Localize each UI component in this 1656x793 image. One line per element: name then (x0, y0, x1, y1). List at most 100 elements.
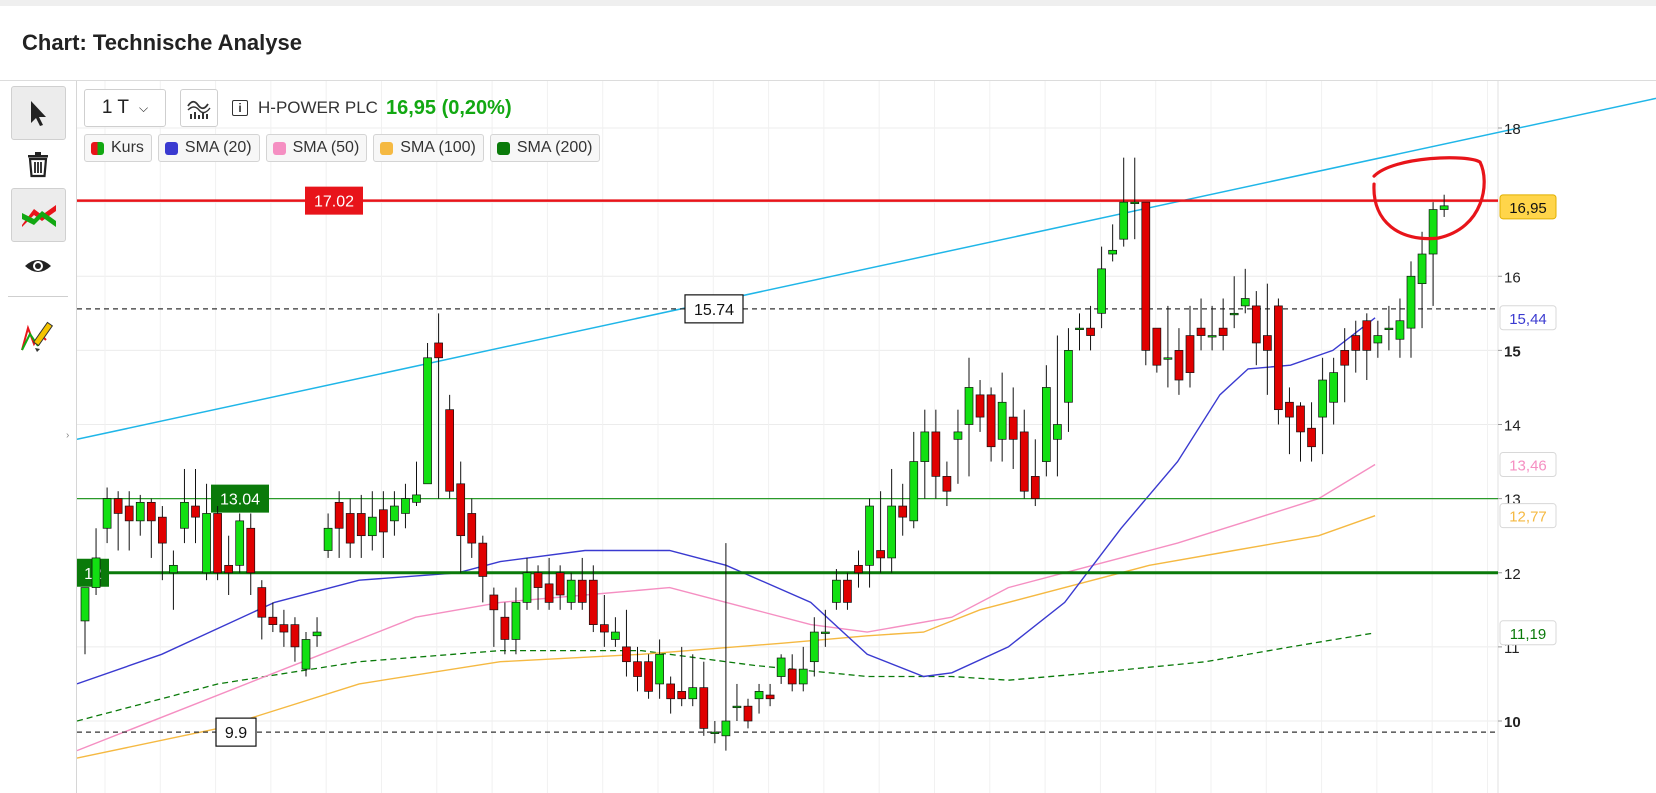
candle-body (500, 616, 510, 640)
candle-body (876, 550, 885, 559)
cursor-icon (30, 101, 46, 126)
candle (920, 409, 930, 499)
candle-body (113, 498, 123, 514)
candle-body (478, 542, 488, 577)
legend-item-sma200[interactable]: SMA (200) (489, 134, 601, 162)
candle-body (489, 594, 499, 611)
candle-body (412, 494, 421, 503)
toolbar-divider (8, 296, 68, 297)
candle (1428, 202, 1438, 306)
candle-body (577, 579, 587, 603)
legend-item-sma20[interactable]: SMA (20) (157, 134, 260, 162)
toolbar-more-chevron-icon[interactable]: › (66, 430, 69, 441)
candle-body (765, 694, 775, 700)
chart-area[interactable]: 17.0215.7413.04129.9181615141312111016,9… (77, 81, 1656, 793)
candle (1185, 305, 1195, 388)
candle-body (401, 498, 410, 514)
trash-icon (27, 152, 48, 178)
candle (1439, 194, 1449, 217)
candle-body (975, 394, 985, 418)
chart-type-tool[interactable] (11, 188, 66, 242)
ma-tag-3: 11,19 (1499, 620, 1557, 646)
sma100-swatch (380, 141, 394, 155)
candle-body (1152, 327, 1162, 366)
candle-body (146, 501, 156, 522)
candle (644, 654, 653, 699)
candle (434, 313, 443, 499)
candle (931, 409, 941, 499)
candle-body (180, 501, 189, 529)
indicator-button[interactable] (180, 89, 218, 127)
candle (688, 654, 698, 707)
candle-body (102, 498, 112, 529)
candle-body (599, 624, 609, 633)
candle-body (1417, 253, 1427, 285)
candle (1152, 327, 1162, 373)
drawing-tool[interactable] (11, 311, 64, 363)
candle (964, 357, 974, 477)
candle (588, 565, 598, 633)
candle (787, 654, 797, 692)
cursor-tool[interactable] (11, 86, 66, 140)
candle-body (655, 653, 664, 685)
candle-body (257, 587, 267, 618)
candle (953, 409, 963, 484)
candle (1097, 246, 1106, 329)
candle-body (1064, 350, 1073, 403)
candle (257, 580, 267, 640)
legend-item-sma100[interactable]: SMA (100) (373, 134, 484, 162)
candle-body (931, 431, 941, 477)
legend-item-kurs[interactable]: Kurs (84, 134, 152, 162)
candle-body (1019, 431, 1029, 492)
candle-body (699, 687, 709, 729)
legend-label: SMA (200) (516, 139, 593, 156)
candle (1174, 328, 1184, 395)
candle (146, 498, 156, 558)
legend-item-sma50[interactable]: SMA (50) (265, 134, 368, 162)
candle-body (157, 516, 167, 544)
candle-body (1285, 401, 1294, 418)
candle-body (1097, 268, 1106, 314)
candle (566, 572, 576, 610)
timeframe-select[interactable]: 1 T ⌵ (84, 89, 166, 127)
candle (699, 661, 709, 736)
candle (401, 483, 410, 529)
candle-body (1207, 335, 1217, 338)
candle (633, 646, 642, 692)
candle-body (456, 483, 466, 537)
candle-body (1163, 357, 1173, 360)
candle (1064, 328, 1073, 432)
candle (1086, 305, 1095, 351)
price-chart[interactable]: 17.0215.7413.04129.9181615141312111016,9… (77, 81, 1656, 793)
candle-body (854, 564, 863, 574)
candle-body (1218, 327, 1228, 336)
candle (412, 461, 421, 507)
candle-body (710, 731, 720, 734)
candle-body (754, 690, 764, 700)
candle (1296, 402, 1305, 462)
candle (577, 557, 587, 610)
candle (511, 587, 521, 655)
candle-body (843, 579, 852, 603)
candle (1251, 291, 1261, 366)
candle-body (909, 461, 919, 522)
candle (135, 494, 145, 536)
candle-body (434, 342, 443, 359)
candle-body (555, 572, 565, 596)
candle-body (533, 572, 543, 588)
info-icon[interactable]: i (232, 100, 248, 116)
candle (157, 506, 167, 581)
candle-body (986, 394, 996, 448)
candle-body (743, 705, 753, 722)
hline-label-4: 9.9 (215, 717, 257, 747)
visibility-tool[interactable] (11, 240, 64, 292)
candle (776, 654, 786, 684)
pencil-chart-icon (20, 321, 53, 352)
candle (1008, 387, 1018, 469)
candle (1075, 313, 1084, 351)
delete-tool[interactable] (11, 138, 64, 190)
candle-body (1075, 327, 1084, 330)
candle-body (865, 505, 874, 566)
candle-body (80, 587, 90, 622)
sma200-swatch (496, 141, 510, 155)
